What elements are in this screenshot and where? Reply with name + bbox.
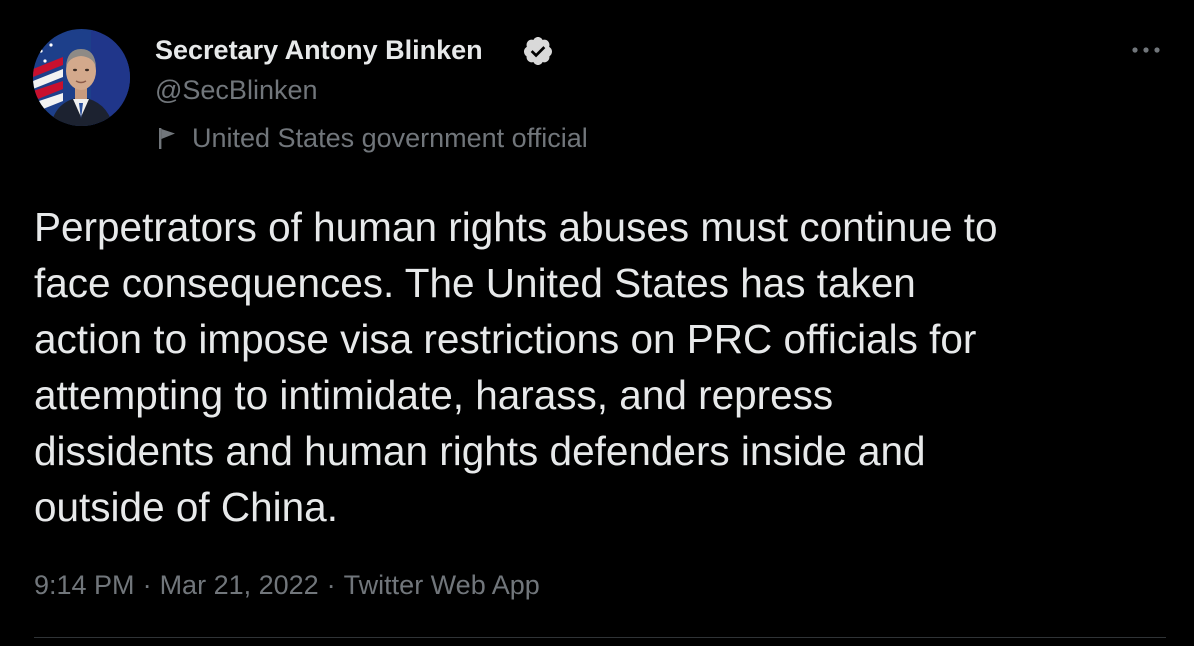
display-name[interactable]: Secretary Antony Blinken [155, 33, 483, 67]
account-label: United States government official [157, 121, 588, 155]
avatar[interactable] [33, 29, 130, 126]
verified-badge-icon [523, 37, 552, 65]
tweet-metadata: 9:14 PM · Mar 21, 2022 · Twitter Web App [34, 567, 540, 603]
tweet-time[interactable]: 9:14 PM [34, 570, 135, 600]
meta-separator: · [326, 570, 336, 600]
avatar-image [33, 29, 130, 126]
tweet-date[interactable]: Mar 21, 2022 [160, 570, 319, 600]
more-horizontal-icon[interactable] [1128, 38, 1164, 62]
tweet-source[interactable]: Twitter Web App [344, 570, 540, 600]
account-label-text: United States government official [192, 123, 588, 153]
meta-separator: · [142, 570, 152, 600]
flag-icon [159, 128, 175, 149]
user-handle[interactable]: @SecBlinken [155, 73, 318, 107]
tweet-text: Perpetrators of human rights abuses must… [34, 204, 998, 530]
divider [34, 637, 1166, 638]
tweet-container: Secretary Antony Blinken @SecBlinken Uni… [0, 0, 1194, 646]
